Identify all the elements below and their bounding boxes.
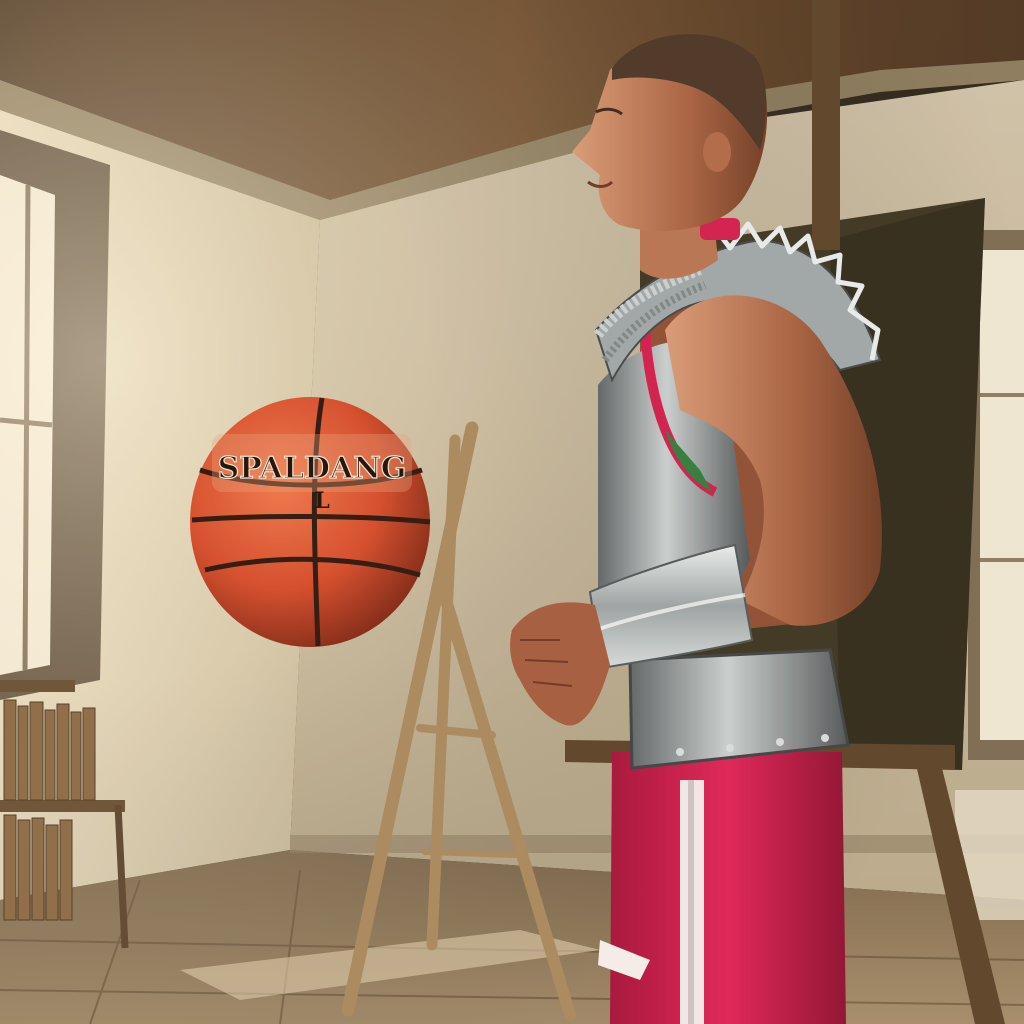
- warm-tint: [0, 0, 1024, 1024]
- photo-scene: SPALDANG L: [0, 0, 1024, 1024]
- scene-svg: SPALDANG L: [0, 0, 1024, 1024]
